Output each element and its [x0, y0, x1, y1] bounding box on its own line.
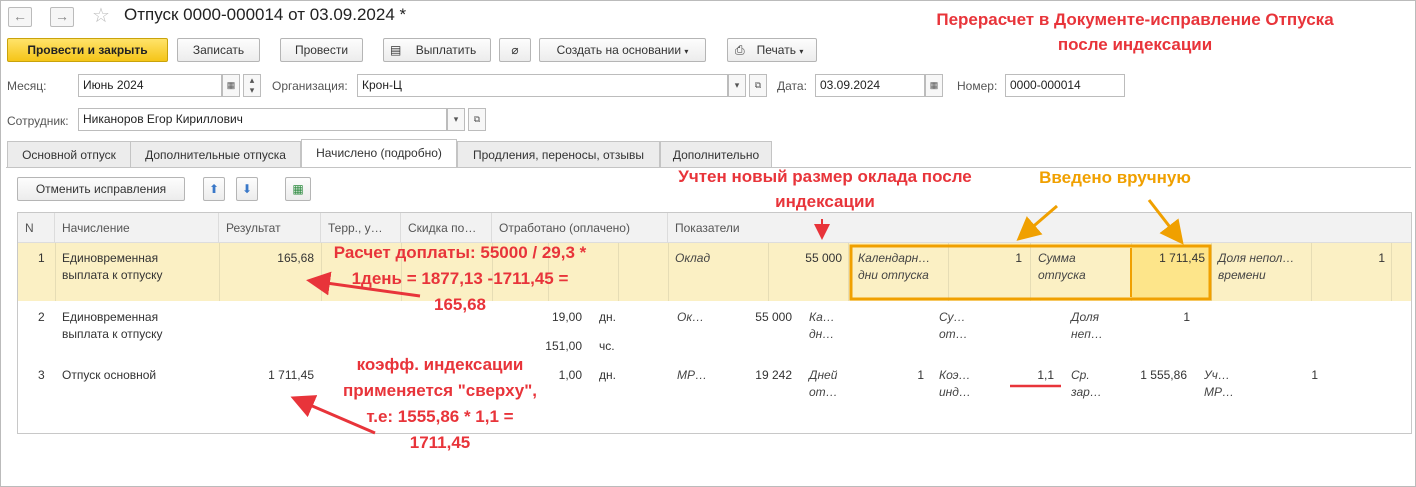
annotation-calc-line3: 165,68 [434, 295, 486, 314]
annotation-coef-line3: т.е: 1555,86 * 1,1 = [366, 407, 514, 426]
annotation-salary-line1: Учтен новый размер оклада после [678, 167, 972, 186]
annotation-salary-line2: индексации [775, 192, 875, 211]
annotation-coef-line2: применяется "сверху", [342, 381, 537, 400]
annotation-coef-line4: 1711,45 [409, 433, 471, 452]
annotation-calc-line1: Расчет доплаты: 55000 / 29,3 * [333, 243, 587, 262]
manual-arrow-left [1016, 204, 1058, 241]
annotation-calc-line2: 1день = 1877,13 -1711,45 = [351, 269, 569, 288]
manual-input-frame [849, 244, 1212, 301]
annotation-title-line1: Перерасчет в Документе-исправление Отпус… [936, 10, 1334, 29]
annotation-coef-line1: коэфф. индексации [356, 355, 524, 374]
manual-arrow-right [1147, 199, 1184, 245]
annotation-title-line2: после индексации [1057, 35, 1213, 54]
annotation-manual: Введено вручную [1039, 168, 1191, 187]
annotation-overlay [290, 199, 1212, 435]
